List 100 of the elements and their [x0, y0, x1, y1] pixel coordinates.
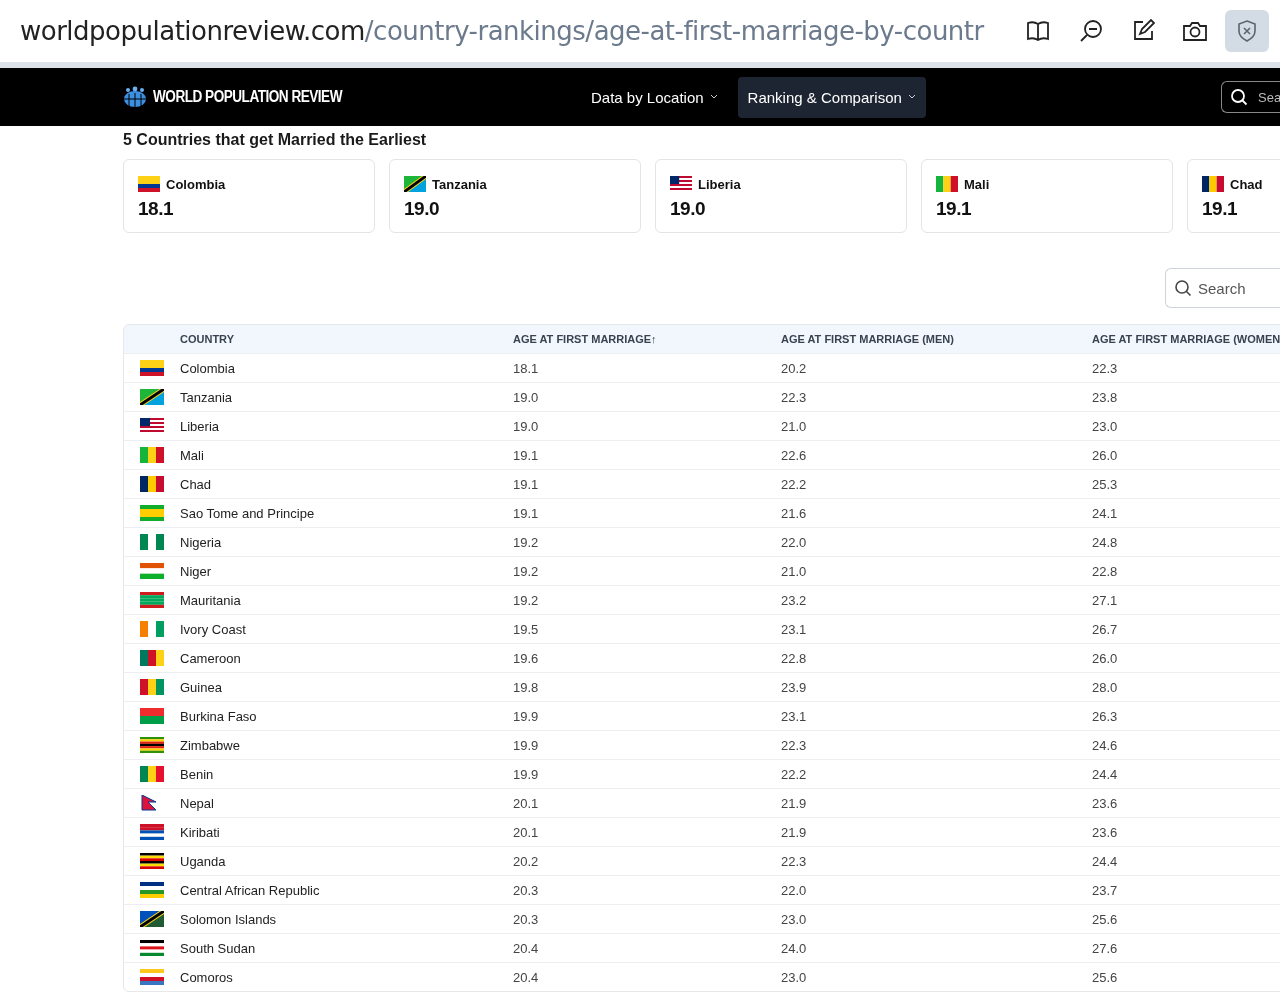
table-cell-text: Sao Tome and Principe [180, 505, 316, 521]
table-cell-text: 19.0 [513, 418, 540, 434]
country-card[interactable]: Tanzania 19.0 [389, 159, 641, 233]
search-icon [1230, 88, 1248, 106]
country-card[interactable]: Mali 19.1 [921, 159, 1173, 233]
table-cell-text: 21.6 [781, 505, 808, 521]
table-cell-text: 23.8 [1092, 389, 1119, 405]
flag-icon [1202, 176, 1224, 192]
table-cell-text: 19.9 [513, 737, 540, 753]
flag-icon [140, 534, 164, 550]
table-cell-text: 24.4 [1092, 853, 1119, 869]
table-cell-text: 24.4 [1092, 766, 1119, 782]
table-cell-text: Solomon Islands [180, 911, 278, 927]
table-cell-text: 21.9 [781, 824, 808, 840]
nav-menu-item[interactable]: Data by Location [581, 76, 728, 118]
camera-icon[interactable] [1182, 20, 1208, 42]
table-cell-text: 24.0 [781, 940, 808, 956]
country-name: Mali [964, 176, 990, 192]
table-cell-text: 22.2 [781, 766, 808, 782]
table-cell-text: 21.9 [781, 795, 808, 811]
table-cell-text: 24.6 [1092, 737, 1119, 753]
country-name: Chad [1230, 176, 1263, 192]
table-cell-text: 22.3 [781, 853, 808, 869]
table-cell-text: 20.1 [513, 795, 540, 811]
shield-button[interactable] [1225, 10, 1269, 52]
age-value: 19.0 [670, 198, 706, 220]
flag-icon [140, 621, 164, 637]
globe-people-icon [123, 86, 147, 108]
nav-menu-item[interactable]: Ranking & Comparison [737, 76, 926, 118]
table-cell-text: 19.8 [513, 679, 540, 695]
flag-icon [140, 969, 164, 985]
flag-icon [140, 389, 164, 405]
table-cell-text: 20.1 [513, 824, 540, 840]
table-cell-text: 23.9 [781, 679, 808, 695]
country-name: Liberia [698, 176, 741, 192]
flag-icon [140, 940, 164, 956]
table-cell-text: Liberia [180, 418, 221, 434]
table-cell-text: Mali [180, 447, 205, 463]
flag-icon [140, 708, 164, 724]
country-card[interactable]: Colombia 18.1 [123, 159, 375, 233]
table-cell-text: Kiribati [180, 824, 221, 840]
table-cell-text: 19.6 [513, 650, 540, 666]
table-cell-text: Burkina Faso [180, 708, 258, 724]
table-cell-text: 19.9 [513, 708, 540, 724]
flag-icon [140, 447, 164, 463]
column-header[interactable]: AGE AT FIRST MARRIAGE↑ [513, 333, 781, 345]
column-header[interactable]: AGE AT FIRST MARRIAGE (WOMEN [1092, 333, 1280, 345]
flag-icon [404, 176, 426, 192]
country-card[interactable]: Liberia 19.0 [655, 159, 907, 233]
flag-icon [670, 176, 692, 192]
flag-icon [140, 650, 164, 666]
table-cell-text: 19.9 [513, 766, 540, 782]
flag-icon [140, 679, 164, 695]
table-cell-text: Guinea [180, 679, 223, 695]
flag-icon [140, 911, 164, 927]
table-cell-text: 26.3 [1092, 708, 1119, 724]
table-cell-text: 19.2 [513, 534, 540, 550]
table-cell-text: Cameroon [180, 650, 242, 666]
column-header[interactable]: COUNTRY [180, 333, 513, 345]
table-cell-text: 27.6 [1092, 940, 1119, 956]
edit-icon[interactable] [1131, 19, 1155, 43]
zoom-out-icon[interactable] [1078, 18, 1104, 44]
flag-icon [140, 360, 164, 376]
flag-icon [140, 737, 164, 753]
table-cell-text: 24.1 [1092, 505, 1119, 521]
table-cell-text: Tanzania [180, 389, 234, 405]
flag-icon [140, 563, 164, 579]
flag-icon [140, 592, 164, 608]
flag-icon [140, 766, 164, 782]
table-cell-text: 18.1 [513, 360, 540, 376]
caret-icon [907, 94, 916, 100]
address-bar[interactable]: worldpopulationreview.com/country-rankings/age-at-first-marriage-by-countr [20, 16, 995, 46]
country-card[interactable]: Chad 19.1 [1187, 159, 1280, 233]
table-cell-text: 20.4 [513, 940, 540, 956]
table-cell-text: Central African Republic [180, 882, 321, 898]
table-cell-text: 22.8 [1092, 563, 1119, 579]
table-cell-text: 20.4 [513, 969, 540, 985]
flag-icon [140, 476, 164, 492]
shield-icon [1236, 19, 1258, 43]
table-cell-text: Uganda [180, 853, 227, 869]
age-value: 19.0 [404, 198, 440, 220]
flag-icon [140, 418, 164, 434]
table-cell-text: 23.1 [781, 621, 808, 637]
flag-icon [140, 882, 164, 898]
site-logo[interactable]: WORLD POPULATION REVIEW [153, 88, 342, 106]
book-icon[interactable] [1025, 19, 1051, 43]
table-cell-text: 22.2 [781, 476, 808, 492]
age-value: 19.1 [1202, 198, 1238, 220]
table-cell-text: 25.6 [1092, 969, 1119, 985]
country-name: Tanzania [432, 176, 487, 192]
table-cell-text: 23.7 [1092, 882, 1119, 898]
column-header[interactable]: AGE AT FIRST MARRIAGE (MEN) [781, 333, 1092, 345]
table-cell-text: Comoros [180, 969, 234, 985]
table-cell-text: 22.0 [781, 534, 808, 550]
table-cell-text: 22.3 [781, 389, 808, 405]
table-cell-text: 22.6 [781, 447, 808, 463]
table-cell-text: Ivory Coast [180, 621, 247, 637]
table-cell-text: 22.8 [781, 650, 808, 666]
table-cell-text: 22.3 [781, 737, 808, 753]
table-cell-text: Benin [180, 766, 215, 782]
